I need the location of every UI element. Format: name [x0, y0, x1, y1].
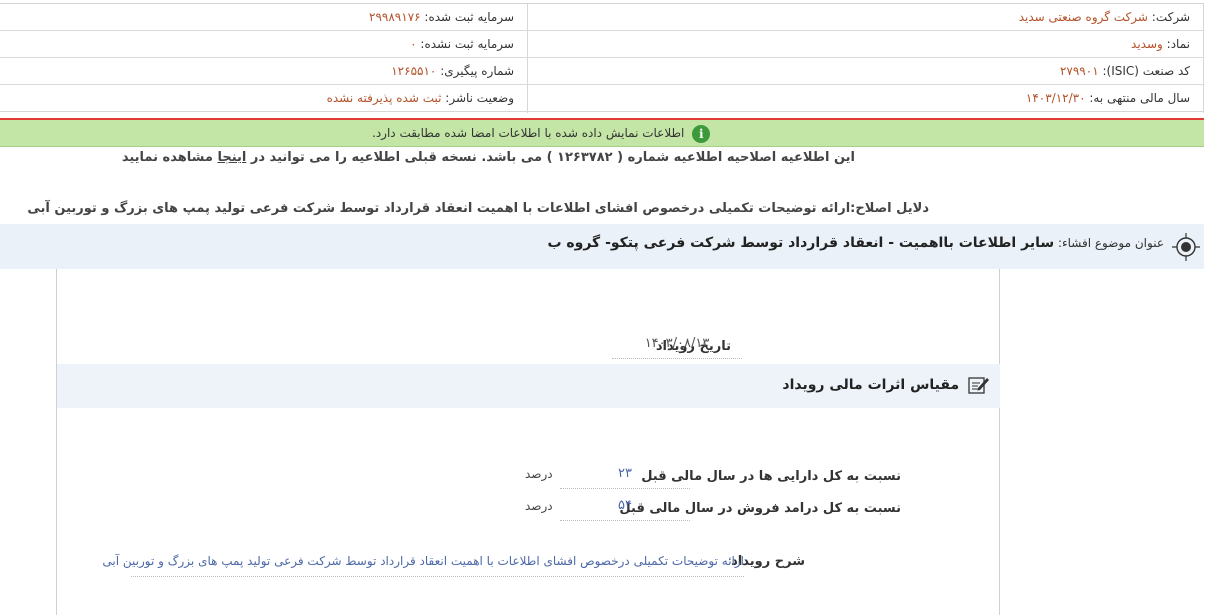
disclosure-title-label: عنوان موضوع افشاء:	[1057, 236, 1164, 250]
fiscal-year-cell: سال مالی منتهی به: ۱۴۰۳/۱۲/۳۰	[530, 85, 1190, 112]
assets-ratio-value: ۲۳	[560, 463, 690, 489]
fiscal-year-label: سال مالی منتهی به:	[1089, 91, 1190, 105]
edit-icon	[968, 377, 989, 394]
info-row-fiscal-year: سال مالی منتهی به: ۱۴۰۳/۱۲/۳۰ وضعیت ناشر…	[0, 85, 1204, 112]
tracking-number-cell: شماره پیگیری: ۱۲۶۵۵۱۰	[14, 58, 514, 85]
target-icon	[1172, 233, 1200, 261]
disclosure-title-band: عنوان موضوع افشاء: سایر اطلاعات بااهمیت …	[0, 224, 1204, 269]
info-row-isic: کد صنعت (ISIC): ۲۷۹۹۰۱ شماره پیگیری: ۱۲۶…	[0, 58, 1204, 85]
content-panel: تاریخ رویداد ۱۴۰۳/۰۸/۱۳ مقیاس اثرات مالی…	[56, 269, 1000, 615]
revenue-ratio-value: ۵۴	[560, 495, 690, 521]
previous-version-link[interactable]: اینجا	[217, 150, 246, 165]
verification-notice-content: i اطلاعات نمایش داده شده با اطلاعات امضا…	[372, 124, 711, 143]
correction-text-after: مشاهده نمایید	[121, 150, 213, 165]
symbol-label: نماد:	[1166, 37, 1190, 51]
assets-ratio-unit: درصد	[525, 467, 553, 481]
correction-notice: این اطلاعیه اصلاحیه اطلاعیه شماره ( ۱۲۶۳…	[122, 150, 855, 165]
info-row-symbol: نماد: وسدید سرمایه ثبت نشده: ۰	[0, 31, 1204, 58]
unregistered-capital-cell: سرمایه ثبت نشده: ۰	[14, 31, 514, 58]
verification-notice-text: اطلاعات نمایش داده شده با اطلاعات امضا ش…	[372, 126, 685, 140]
company-label: شرکت:	[1151, 10, 1190, 24]
publisher-status-cell: وضعیت ناشر: ثبت شده پذیرفته نشده	[14, 85, 514, 112]
tracking-number-label: شماره پیگیری:	[440, 64, 514, 78]
financial-impact-title: مقیاس اثرات مالی رویداد	[782, 375, 990, 395]
financial-impact-title-text: مقیاس اثرات مالی رویداد	[782, 377, 960, 393]
correction-reason: دلایل اصلاح:ارائه توضیحات تکمیلی درخصوص …	[27, 201, 929, 216]
disclosure-title: عنوان موضوع افشاء: سایر اطلاعات بااهمیت …	[547, 235, 1164, 251]
registered-capital-label: سرمایه ثبت شده:	[424, 10, 514, 24]
fiscal-year-value: ۱۴۰۳/۱۲/۳۰	[1025, 91, 1086, 105]
unregistered-capital-label: سرمایه ثبت نشده:	[420, 37, 514, 51]
company-value: شرکت گروه صنعتی سدید	[1018, 10, 1148, 24]
event-date-value: ۱۴۰۳/۰۸/۱۳	[612, 333, 742, 359]
revenue-ratio-unit: درصد	[525, 499, 553, 513]
financial-impact-header: مقیاس اثرات مالی رویداد	[57, 364, 1000, 408]
correction-text-before: این اطلاعیه اصلاحیه اطلاعیه شماره ( ۱۲۶۳…	[250, 150, 855, 165]
verification-notice: i اطلاعات نمایش داده شده با اطلاعات امضا…	[0, 120, 1204, 147]
company-info-grid: شرکت: شرکت گروه صنعتی سدید سرمایه ثبت شد…	[0, 3, 1204, 113]
company-cell: شرکت: شرکت گروه صنعتی سدید	[530, 4, 1190, 31]
isic-cell: کد صنعت (ISIC): ۲۷۹۹۰۱	[530, 58, 1190, 85]
registered-capital-value: ۲۹۹۸۹۱۷۶	[369, 10, 421, 24]
event-description-value: ارائه توضیحات تکمیلی درخصوص افشای اطلاعا…	[102, 549, 744, 577]
info-row-company: شرکت: شرکت گروه صنعتی سدید سرمایه ثبت شد…	[0, 4, 1204, 31]
tracking-number-value: ۱۲۶۵۵۱۰	[391, 64, 437, 78]
disclosure-title-value: سایر اطلاعات بااهمیت - انعقاد قرارداد تو…	[547, 235, 1055, 251]
publisher-status-label: وضعیت ناشر:	[445, 91, 514, 105]
publisher-status-value: ثبت شده پذیرفته نشده	[326, 91, 442, 105]
isic-value: ۲۷۹۹۰۱	[1059, 64, 1099, 78]
symbol-value: وسدید	[1131, 37, 1163, 51]
isic-label: کد صنعت (ISIC):	[1102, 64, 1190, 78]
registered-capital-cell: سرمایه ثبت شده: ۲۹۹۸۹۱۷۶	[14, 4, 514, 31]
symbol-cell: نماد: وسدید	[530, 31, 1190, 58]
unregistered-capital-value: ۰	[410, 37, 417, 51]
info-icon: i	[692, 124, 711, 143]
